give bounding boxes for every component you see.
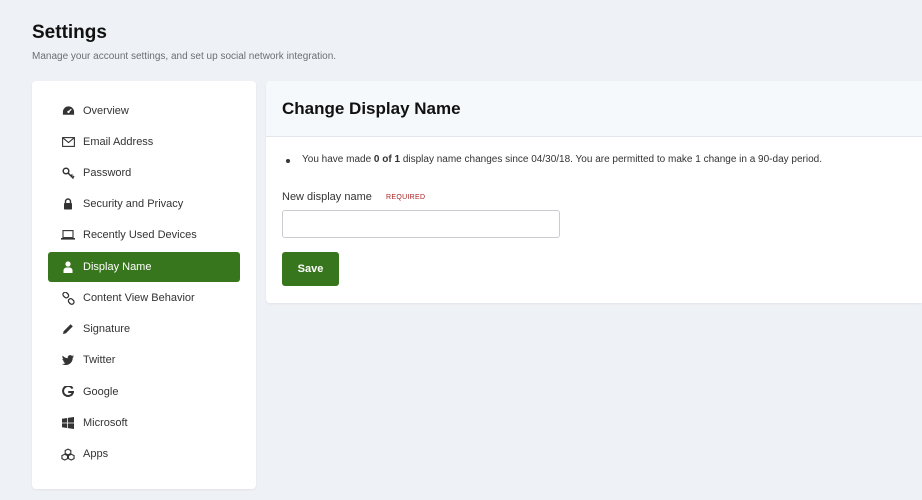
laptop-icon	[61, 228, 75, 242]
sidebar-item-label: Apps	[83, 448, 109, 460]
sidebar-item-signature[interactable]: Signature	[48, 314, 240, 344]
bullet-icon	[286, 159, 290, 163]
page-title: Settings	[32, 22, 107, 43]
sidebar-item-overview[interactable]: Overview	[48, 96, 240, 126]
settings-sidebar: Overview Email Address Password Security…	[32, 81, 256, 489]
sidebar-item-label: Email Address	[83, 136, 154, 148]
sidebar-item-twitter[interactable]: Twitter	[48, 345, 240, 375]
sidebar-item-label: Content View Behavior	[83, 292, 195, 304]
sidebar-item-recently-used-devices[interactable]: Recently Used Devices	[48, 220, 240, 250]
sidebar-item-google[interactable]: Google	[48, 377, 240, 407]
sidebar-item-content-view-behavior[interactable]: Content View Behavior	[48, 283, 240, 313]
sidebar-item-security-and-privacy[interactable]: Security and Privacy	[48, 189, 240, 219]
notice-suffix: display name changes since 04/30/18. You…	[400, 154, 822, 165]
sidebar-item-label: Overview	[83, 105, 129, 117]
panel-header: Change Display Name	[266, 81, 922, 137]
cubes-icon	[61, 447, 75, 461]
dashboard-icon	[61, 104, 75, 118]
notice-text: You have made 0 of 1 display name change…	[302, 154, 822, 165]
sidebar-item-label: Signature	[83, 323, 131, 335]
sidebar-item-display-name[interactable]: Display Name	[48, 252, 240, 282]
user-icon	[61, 260, 75, 274]
save-button[interactable]: Save	[282, 252, 339, 286]
envelope-icon	[61, 135, 75, 149]
sidebar-item-label: Microsoft	[83, 417, 128, 429]
display-name-panel: Change Display Name You have made 0 of 1…	[266, 81, 922, 303]
sidebar-item-label: Recently Used Devices	[83, 229, 197, 241]
sidebar-item-email-address[interactable]: Email Address	[48, 127, 240, 157]
sidebar-item-label: Security and Privacy	[83, 198, 184, 210]
twitter-icon	[61, 353, 75, 367]
page-subtitle: Manage your account settings, and set up…	[32, 51, 337, 62]
key-icon	[61, 166, 75, 180]
required-tag: REQUIRED	[386, 194, 426, 201]
sidebar-item-label: Twitter	[83, 354, 116, 366]
change-limit-notice: You have made 0 of 1 display name change…	[286, 154, 822, 165]
lock-icon	[61, 197, 75, 211]
display-name-input[interactable]	[282, 210, 560, 238]
panel-title: Change Display Name	[282, 99, 461, 118]
display-name-label: New display name	[282, 191, 372, 203]
sidebar-item-microsoft[interactable]: Microsoft	[48, 408, 240, 438]
link-icon	[61, 291, 75, 305]
sidebar-item-apps[interactable]: Apps	[48, 439, 240, 469]
notice-prefix: You have made	[302, 154, 374, 165]
pencil-icon	[61, 322, 75, 336]
sidebar-item-label: Google	[83, 386, 119, 398]
notice-count: 0 of 1	[373, 154, 401, 165]
sidebar-item-label: Password	[83, 167, 132, 179]
sidebar-item-label: Display Name	[83, 261, 152, 273]
microsoft-icon	[61, 416, 75, 430]
sidebar-item-password[interactable]: Password	[48, 158, 240, 188]
google-icon	[61, 385, 75, 399]
